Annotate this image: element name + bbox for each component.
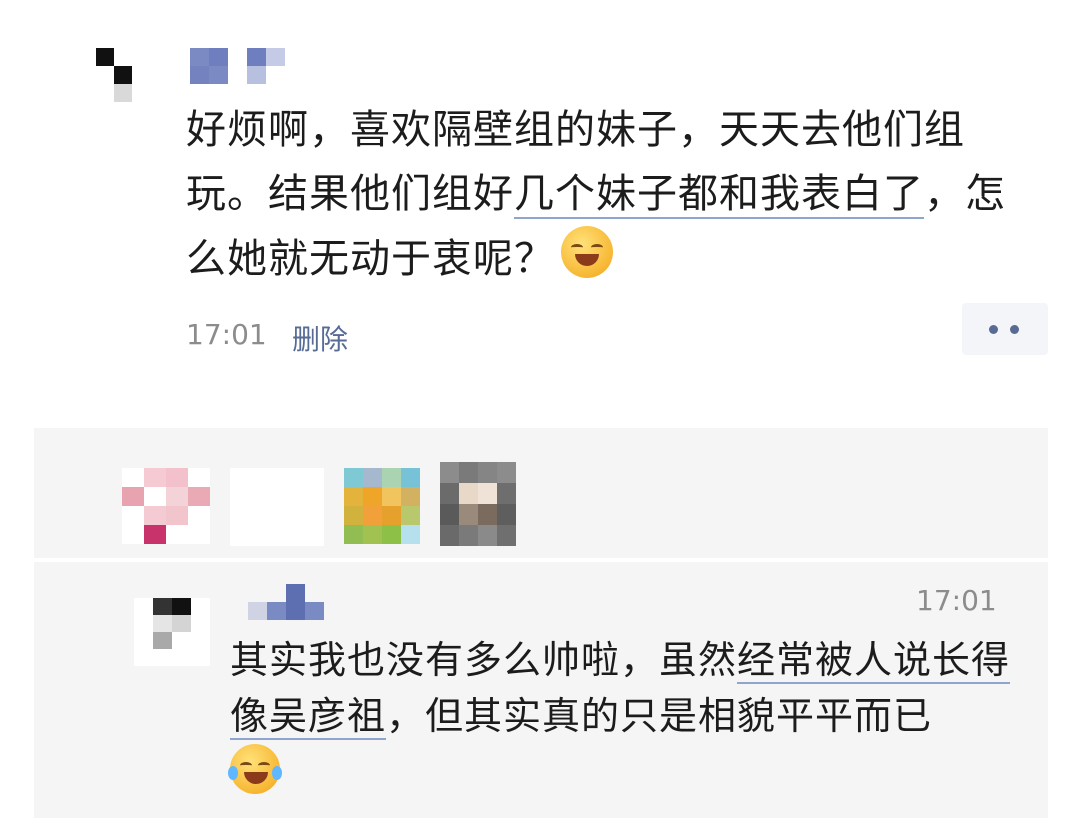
liker-avatar[interactable] bbox=[440, 462, 516, 546]
post-text-link[interactable]: 几个妹子都和我表白了 bbox=[514, 171, 924, 219]
commenter-name[interactable] bbox=[248, 584, 324, 620]
comment-text-part: ，但其实真的只是相貌平平而已 bbox=[386, 694, 933, 738]
comment-content: 其实我也没有多么帅啦，虽然经常被人说长得像吴彦祖，但其实真的只是相貌平平而已 bbox=[228, 632, 1020, 803]
more-options-button[interactable] bbox=[962, 303, 1048, 355]
facepalm-emoji-icon bbox=[561, 226, 613, 278]
laughing-tears-emoji-icon bbox=[228, 744, 282, 794]
post-timestamp: 17:01 bbox=[186, 318, 267, 351]
liker-avatar[interactable] bbox=[230, 468, 324, 546]
dot-icon bbox=[989, 325, 998, 334]
post-content: 好烦啊，喜欢隔壁组的妹子，天天去他们组玩。结果他们组好几个妹子都和我表白了，怎么… bbox=[186, 98, 1026, 291]
liker-avatar[interactable] bbox=[122, 468, 210, 544]
comment-timestamp: 17:01 bbox=[916, 584, 997, 617]
commenter-avatar[interactable] bbox=[134, 598, 210, 666]
comment-text-part: 其实我也没有多么帅啦，虽然 bbox=[230, 638, 738, 682]
liker-avatar[interactable] bbox=[344, 468, 420, 544]
delete-button[interactable]: 删除 bbox=[292, 318, 348, 358]
post-author-name[interactable] bbox=[190, 48, 285, 84]
post-author-avatar[interactable] bbox=[96, 48, 132, 102]
dot-icon bbox=[1010, 325, 1019, 334]
